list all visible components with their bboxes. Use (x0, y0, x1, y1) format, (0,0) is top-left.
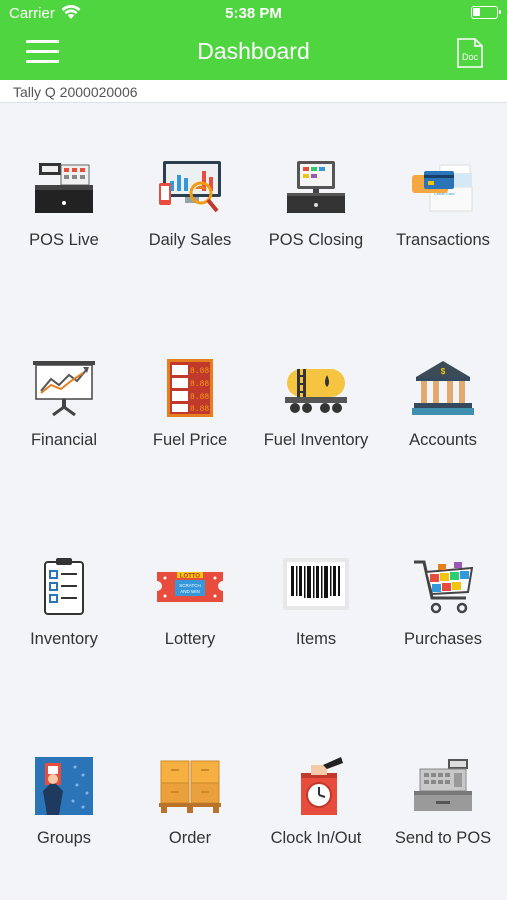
shopping-cart-icon (414, 560, 474, 614)
boxes-pallet-icon (159, 760, 221, 813)
tile-items[interactable]: Items (253, 502, 379, 648)
battery-icon (471, 6, 501, 19)
document-icon: Doc (457, 38, 483, 68)
punch-clock-icon (301, 757, 343, 815)
bank-icon: $ (412, 361, 474, 415)
tile-pos-closing[interactable]: POS Closing (253, 103, 379, 249)
svg-text:8.88: 8.88 (190, 393, 209, 402)
checklist-icon (44, 558, 84, 615)
tile-fuel-price[interactable]: 8.88 8.88 8.88 8.88 Fuel Price (127, 303, 253, 449)
tile-groups[interactable]: Groups (1, 701, 127, 847)
tile-label: Lottery (164, 630, 216, 648)
tile-label: Inventory (30, 630, 98, 648)
svg-text:$: $ (441, 367, 446, 376)
fuel-price-board-icon: 8.88 8.88 8.88 8.88 (167, 359, 213, 417)
pos-terminal-icon (287, 161, 345, 213)
app-header: Carrier 5:38 PM Dashboard Doc (0, 0, 507, 80)
svg-text:8.88: 8.88 (190, 405, 209, 414)
status-time: 5:38 PM (225, 5, 282, 22)
sales-monitor-icon (159, 161, 221, 213)
tile-label: POS Closing (268, 231, 364, 249)
chart-board-icon (33, 361, 95, 417)
register-machine-icon (414, 759, 472, 811)
document-icon-text: Doc (462, 52, 479, 62)
tile-financial[interactable]: Financial (1, 303, 127, 449)
lotto-ticket-icon: LOTTO SCRATCH AND WIN (157, 572, 223, 602)
tile-label: Clock In/Out (270, 829, 362, 847)
tile-label: Groups (36, 829, 92, 847)
svg-text:8.88: 8.88 (190, 380, 209, 389)
fuel-tanker-icon (285, 369, 347, 413)
status-bar: Carrier 5:38 PM (0, 0, 507, 28)
tile-accounts[interactable]: $ Accounts (380, 303, 506, 449)
barcode-icon (283, 558, 349, 610)
tile-label: Daily Sales (148, 231, 232, 249)
tile-order[interactable]: Order (127, 701, 253, 847)
tile-send-to-pos[interactable]: Send to POS (380, 701, 506, 847)
dashboard-grid: POS Live Daily Sales POS Closing Credit … (0, 103, 507, 900)
tile-fuel-inventory[interactable]: Fuel Inventory (253, 303, 379, 449)
tile-daily-sales[interactable]: Daily Sales (127, 103, 253, 249)
tile-label: Financial (30, 431, 98, 449)
document-button[interactable]: Doc (456, 38, 484, 68)
store-name: Tally Q 2000020006 (13, 84, 138, 100)
tile-lottery[interactable]: LOTTO SCRATCH AND WIN Lottery (127, 502, 253, 648)
tile-clock-in-out[interactable]: Clock In/Out (253, 701, 379, 847)
page-title: Dashboard (197, 38, 310, 64)
svg-text:8.88: 8.88 (190, 367, 209, 376)
tile-label: Send to POS (394, 829, 492, 847)
svg-text:LOTTO: LOTTO (180, 574, 201, 580)
groups-icon (35, 757, 93, 815)
tile-label: Fuel Price (152, 431, 228, 449)
store-bar: Tally Q 2000020006 (0, 80, 507, 103)
tile-pos-live[interactable]: POS Live (1, 103, 127, 249)
tile-transactions[interactable]: Credit Card Transactions (380, 103, 506, 249)
tile-label: Transactions (396, 231, 490, 249)
tile-label: Fuel Inventory (263, 431, 369, 449)
credit-card-icon: Credit Card (412, 164, 473, 212)
tile-label: Accounts (409, 431, 477, 449)
tile-label: POS Live (29, 231, 99, 249)
svg-text:SCRATCH: SCRATCH (179, 583, 200, 588)
tile-inventory[interactable]: Inventory (1, 502, 127, 648)
tile-label: Items (295, 630, 337, 648)
tile-purchases[interactable]: Purchases (380, 502, 506, 648)
tile-label: Purchases (404, 630, 482, 648)
svg-text:AND WIN: AND WIN (180, 589, 200, 594)
tile-label: Order (168, 829, 212, 847)
cash-register-icon (35, 163, 93, 213)
